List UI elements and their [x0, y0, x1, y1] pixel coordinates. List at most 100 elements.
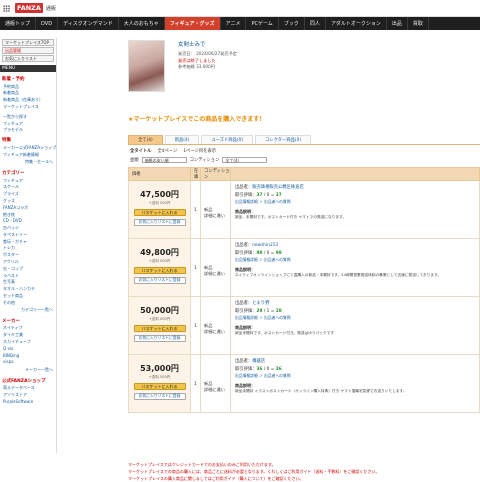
sidebar-link[interactable]: Q-six — [0, 345, 56, 352]
sidebar-link[interactable]: 食玩・ガチャ — [0, 238, 56, 245]
sidebar-link[interactable]: メーカー公式FANZAショップ — [0, 144, 56, 151]
nav-item[interactable]: アニメ — [221, 17, 247, 30]
sidebar-link[interactable]: プラモデル — [0, 127, 56, 134]
sidebar-link[interactable]: フィギュア新着情報 — [0, 151, 56, 158]
sidebar-link[interactable]: スケール — [0, 184, 56, 191]
tab-used[interactable]: ユーズド商品(0) — [201, 135, 254, 144]
rating-total: 98 — [275, 251, 282, 256]
nav-item[interactable]: PCゲーム — [246, 17, 279, 30]
sidebar-link[interactable]: フィギュア — [0, 177, 56, 184]
nav-item[interactable]: DVD — [36, 17, 59, 30]
header-seller — [230, 167, 480, 181]
sidebar-link[interactable]: vispo — [0, 359, 56, 366]
sidebar-link[interactable]: タペストリー — [0, 231, 56, 238]
sort-select[interactable]: 価格の安い順 — [141, 157, 187, 163]
sidebar-link[interactable]: ラバスト — [0, 272, 56, 279]
marketplace-top-button[interactable]: マーケットプレイスTOP — [2, 39, 54, 46]
tab-collector[interactable]: コレクター商品(0) — [255, 135, 312, 144]
seller-link[interactable]: 販売価格販売公爵区株直店 — [252, 185, 304, 190]
seller-links[interactable]: 出品情報詳細 ＞ 出品者への質問 — [235, 257, 475, 263]
rating-label: 取引評価： — [235, 367, 257, 372]
nav-item[interactable]: ブック — [279, 17, 305, 30]
nav-item[interactable]: 同人 — [305, 17, 326, 30]
main-nav: 通販トップ DVD ディスクオンデマンド 大人のおもちゃ フィギュア・グッズ ア… — [0, 17, 480, 30]
sidebar-link[interactable]: 新着商品（在庫あり） — [0, 97, 56, 104]
tab-all[interactable]: 全て(4) — [128, 135, 163, 144]
add-to-favorites-button[interactable]: お気に入りリストに登録 — [133, 277, 186, 284]
seller-links[interactable]: 出品情報詳細 ＞ 出品者への質問 — [235, 315, 475, 321]
nav-item[interactable]: アダルトオークション — [326, 17, 387, 30]
condition-select[interactable]: 全て(4) — [222, 157, 268, 163]
seller-links[interactable]: 出品情報詳細 ＞ 出品者への質問 — [235, 373, 475, 379]
sidebar-link[interactable]: フィギュア — [0, 120, 56, 127]
add-to-cart-button[interactable]: バスケットに入れる — [133, 267, 186, 274]
add-to-cart-button[interactable]: バスケットに入れる — [133, 325, 186, 332]
sidebar-link[interactable]: タオル・ハンカチ — [0, 286, 56, 293]
product-title[interactable]: 女剣士みで — [178, 40, 478, 48]
sidebar-link[interactable]: 一覧から探す — [0, 113, 56, 120]
sidebar-link[interactable]: 新着商品 — [0, 90, 56, 97]
nav-item[interactable]: ディスクオンデマンド — [58, 17, 119, 30]
condition-cell: 新品 詳細に違い — [200, 238, 231, 297]
fanza-logo[interactable]: FANZA — [15, 3, 43, 13]
sidebar-link[interactable]: 缶・コップ — [0, 265, 56, 272]
seller-link[interactable]: とまり野 — [252, 301, 269, 306]
nav-item-active[interactable]: フィギュア・グッズ — [164, 17, 221, 30]
sidebar-link[interactable]: ダイキ工業 — [0, 332, 56, 339]
sidebar-link[interactable]: その他 — [0, 299, 56, 306]
add-to-favorites-button[interactable]: お気に入りリストに登録 — [133, 335, 186, 342]
add-to-cart-button[interactable]: バスケットに入れる — [133, 209, 186, 216]
nav-item[interactable]: 通販トップ — [0, 17, 37, 30]
add-to-favorites-button[interactable]: お気に入りリストに登録 — [133, 219, 186, 226]
seller-line: 出品者：とまり野 — [235, 300, 475, 306]
sidebar-link[interactable]: ネイティブ — [0, 325, 56, 332]
seller-rating: 取引評価：29 / 1 = 28 — [235, 309, 282, 314]
sidebar-link[interactable]: 缶バッジ — [0, 225, 56, 232]
footer-note: マーケットプレイスの購入商品に関しましてはご利用ガイド（購入について）をご確認く… — [128, 476, 304, 481]
nav-item[interactable]: 出品 — [387, 17, 408, 30]
rating-total: 36 — [275, 367, 282, 372]
section-new: 新着・予約 — [2, 77, 25, 82]
section-special: 特集 — [2, 138, 11, 144]
nav-item[interactable]: 大人のおもちゃ — [119, 17, 165, 30]
sidebar-link[interactable]: FANZAコラボ — [0, 204, 56, 211]
sidebar-link[interactable]: ポスター — [0, 252, 56, 259]
favorites-button[interactable]: お気に入りリスト — [2, 55, 54, 62]
sidebar-link[interactable]: セット商品 — [0, 292, 56, 299]
add-to-favorites-button[interactable]: お気に入りリストに登録 — [133, 393, 186, 400]
sidebar-link[interactable]: 萌えデータベース — [0, 385, 56, 392]
listing-manage-button[interactable]: 出品管理 — [2, 47, 54, 54]
more-link[interactable]: メーカー一覧へ — [0, 366, 56, 374]
sidebar-link[interactable]: CD・DVD — [0, 218, 56, 225]
category-list: フィギュア スケール プライズ グッズ FANZAコラボ 抱き枕 CD・DVD 缶バッジ タペス… — [0, 177, 56, 306]
sidebar-link[interactable]: BINDing — [0, 352, 56, 359]
footer-note: マーケットプレイスではクレジットカードでのお支払いのみご利用いただけます。 — [128, 462, 276, 467]
price-cell: 49,800円 +送料 500円 バスケットに入れる お気に入りリストに登録 — [128, 238, 191, 297]
sidebar-link[interactable]: プライズ — [0, 191, 56, 198]
product-image[interactable] — [128, 40, 165, 92]
sidebar-link[interactable]: マーケットプレイス — [0, 103, 56, 110]
sidebar-link[interactable]: スカイチューブ — [0, 338, 56, 345]
sidebar-link[interactable]: グッズ — [0, 197, 56, 204]
add-to-cart-button[interactable]: バスケットに入れる — [133, 383, 186, 390]
nav-item[interactable]: 買取 — [408, 17, 429, 30]
seller-link[interactable]: 機器店 — [252, 359, 265, 364]
seller-rating: 取引評価：37 / 0 = 37 — [235, 193, 282, 198]
more-link[interactable]: 特集・セールへ — [0, 158, 56, 166]
sidebar-link[interactable]: 抱き枕 — [0, 211, 56, 218]
sidebar-link[interactable]: トレカ — [0, 245, 56, 252]
more-link[interactable]: カテゴリー一覧へ — [0, 306, 56, 314]
logo-subtitle: 通販 — [45, 5, 56, 12]
sidebar-link[interactable]: 予約商品 — [0, 83, 56, 90]
seller-links[interactable]: 出品情報詳細 ＞ 出品者への質問 — [235, 199, 475, 205]
seller-link[interactable]: newshin213 — [252, 243, 278, 248]
maker-list: ネイティブ ダイキ工業 スカイチューブ Q-six BINDing vispo — [0, 325, 56, 366]
reference-price: 参考価格 33,000円 — [178, 64, 215, 69]
sidebar-link[interactable]: アクリル — [0, 258, 56, 265]
header-condition: コンディション — [200, 167, 231, 181]
sidebar-link[interactable]: 生写真 — [0, 279, 56, 286]
sidebar-link[interactable]: アソリストア — [0, 391, 56, 398]
tab-new[interactable]: 新品(4) — [164, 135, 200, 144]
sidebar-link[interactable]: PurpleSoftware — [0, 398, 56, 405]
apps-grid-icon[interactable] — [3, 4, 10, 12]
